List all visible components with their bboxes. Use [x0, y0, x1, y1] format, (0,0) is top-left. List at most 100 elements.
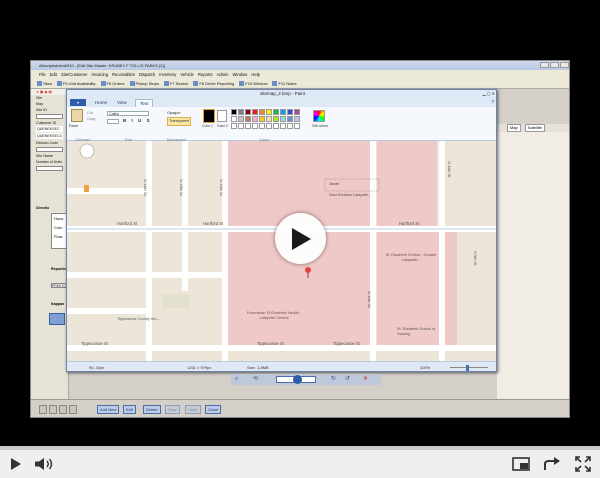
recorder-next-icon[interactable]: ⟲ — [253, 376, 261, 383]
player-play-button[interactable] — [6, 454, 26, 474]
toolbar-driver-reporting[interactable]: F8 Driver Reporting — [193, 79, 234, 88]
close-icon[interactable]: ✕ — [363, 376, 371, 383]
color-swatch[interactable] — [280, 109, 286, 115]
minimize-button[interactable] — [540, 62, 549, 68]
color-swatch[interactable] — [280, 123, 286, 129]
zoom-icon[interactable]: ⌕ — [235, 376, 245, 383]
delete-button[interactable]: Delete — [143, 405, 161, 414]
color-swatch[interactable] — [231, 123, 237, 129]
map-pan-control[interactable] — [79, 143, 95, 159]
refresh-alt-icon[interactable]: ↺ — [345, 376, 353, 383]
reporting-field[interactable]: PRESTON — [51, 283, 68, 288]
fullscreen-button[interactable] — [572, 454, 594, 474]
color-swatch[interactable] — [259, 109, 265, 115]
menu-inventory[interactable]: Inventory — [159, 70, 176, 79]
color-swatch[interactable] — [266, 116, 272, 122]
undo-button[interactable]: Undo — [185, 405, 201, 414]
font-size-select[interactable] — [107, 119, 119, 124]
save-button[interactable]: Save — [165, 405, 181, 414]
pegman-icon[interactable] — [84, 185, 89, 192]
customer-id-field-2[interactable]: QUENEKSEC3 — [36, 133, 63, 139]
color-swatch[interactable] — [294, 123, 300, 129]
color-swatch[interactable] — [252, 109, 258, 115]
menu-edit[interactable]: Edit — [50, 70, 57, 79]
toolbar-search[interactable]: F7 Search — [164, 79, 188, 88]
color-swatch[interactable] — [266, 123, 272, 129]
copy-button[interactable]: Copy — [87, 116, 95, 122]
color-swatch[interactable] — [287, 109, 293, 115]
site-id-field[interactable] — [36, 114, 63, 119]
bold-button[interactable]: B — [123, 118, 128, 123]
next-record-button[interactable] — [59, 405, 67, 414]
text-tool-input[interactable]: Jonet — [329, 181, 339, 186]
menu-file[interactable]: File — [39, 70, 46, 79]
color-swatch[interactable] — [287, 116, 293, 122]
tab-view[interactable]: View — [113, 99, 131, 107]
recorder-play-button[interactable] — [293, 375, 302, 384]
menu-receivables[interactable]: Receivables — [112, 70, 135, 79]
customer-id-field[interactable]: QUENEKSEC — [36, 126, 63, 132]
color-swatch[interactable] — [238, 116, 244, 122]
number-of-units-field[interactable] — [36, 166, 63, 171]
color-swatch[interactable] — [259, 123, 265, 129]
color-swatch[interactable] — [231, 109, 237, 115]
first-record-button[interactable] — [39, 405, 47, 414]
color-swatch[interactable] — [273, 109, 279, 115]
color-swatch[interactable] — [266, 109, 272, 115]
maximize-button[interactable] — [550, 62, 559, 68]
refresh-icon[interactable]: ↻ — [331, 376, 339, 383]
menu-admin[interactable]: Admin — [217, 70, 229, 79]
menu-vehicle[interactable]: Vehicle — [180, 70, 194, 79]
color-swatch[interactable] — [245, 109, 251, 115]
underline-button[interactable]: U — [138, 118, 143, 123]
tab-home[interactable]: Home — [91, 99, 111, 107]
previous-record-button[interactable] — [49, 405, 57, 414]
satellite-tab[interactable]: Satellite — [524, 124, 546, 132]
font-family-select[interactable]: Calibri — [107, 111, 149, 116]
edit-colors-icon[interactable] — [313, 110, 325, 122]
menu-help[interactable]: Help — [251, 70, 260, 79]
menu-window[interactable]: Window — [232, 70, 247, 79]
map-tab[interactable]: Map — [507, 124, 521, 132]
toolbar-sites[interactable]: Sites — [37, 79, 52, 88]
color-swatch[interactable] — [238, 123, 244, 129]
menu-dispatch[interactable]: Dispatch — [139, 70, 155, 79]
directions-list[interactable]: Hous Com Flow — [51, 213, 67, 249]
color-swatch[interactable] — [273, 123, 279, 129]
toolbar-notes[interactable]: F11 Notes — [272, 79, 296, 88]
paint-window-controls[interactable]: ▁ ▢ ✕ — [483, 90, 495, 98]
tab-text[interactable]: Text — [135, 99, 154, 107]
edit-button[interactable]: Edit — [123, 405, 136, 414]
menu-invoicing[interactable]: Invoicing — [92, 70, 109, 79]
close-button[interactable] — [560, 62, 569, 68]
paste-icon[interactable] — [71, 109, 83, 122]
color-swatch[interactable] — [245, 123, 251, 129]
toolbar-pickup-stops[interactable]: Pickup Stops — [130, 79, 159, 88]
small-player-button[interactable] — [510, 454, 532, 474]
toolbar-unit-availability[interactable]: F5 Unit Availability — [57, 79, 96, 88]
opaque-option[interactable]: Opaque — [167, 110, 191, 117]
color-swatch[interactable] — [280, 116, 286, 122]
color-swatch[interactable] — [252, 116, 258, 122]
strikethrough-button[interactable]: S — [147, 118, 152, 123]
share-button[interactable] — [541, 454, 563, 474]
color-swatch[interactable] — [245, 116, 251, 122]
color2-swatch[interactable] — [217, 110, 227, 122]
menu-site-customer[interactable]: Site/Customer — [61, 70, 88, 79]
close-form-button[interactable]: Close — [205, 405, 222, 414]
video-progress-bar[interactable] — [0, 446, 600, 450]
italic-button[interactable]: I — [132, 118, 135, 123]
color-swatch[interactable] — [252, 123, 258, 129]
volume-button[interactable] — [32, 454, 56, 474]
color-swatch[interactable] — [294, 109, 300, 115]
zoom-slider-handle[interactable] — [466, 365, 470, 371]
transparent-option[interactable]: Transparent — [167, 117, 192, 126]
color-swatch[interactable] — [238, 109, 244, 115]
menu-reports[interactable]: Reports — [198, 70, 213, 79]
color-swatch[interactable] — [231, 116, 237, 122]
color-swatch[interactable] — [259, 116, 265, 122]
color1-swatch[interactable] — [203, 109, 215, 123]
selected-option-box[interactable] — [49, 313, 65, 325]
color-swatch[interactable] — [294, 116, 300, 122]
toolbar-window[interactable]: F10 Window — [239, 79, 267, 88]
